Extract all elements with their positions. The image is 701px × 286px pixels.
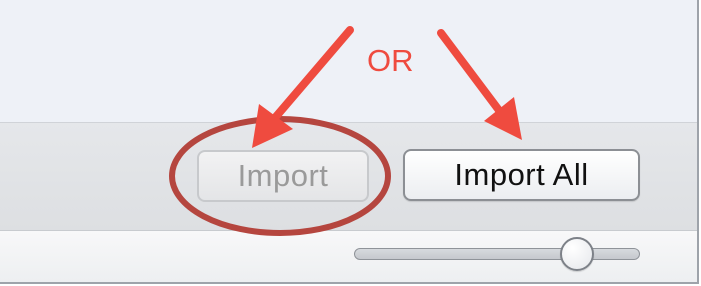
import-dialog-window: Import Import All — [0, 0, 699, 284]
or-annotation-label: OR — [367, 43, 414, 78]
import-all-button[interactable]: Import All — [403, 149, 640, 201]
zoom-slider-thumb[interactable] — [560, 237, 594, 271]
import-button[interactable]: Import — [197, 150, 369, 202]
content-area — [0, 0, 697, 122]
zoom-slider-track[interactable] — [354, 248, 640, 260]
